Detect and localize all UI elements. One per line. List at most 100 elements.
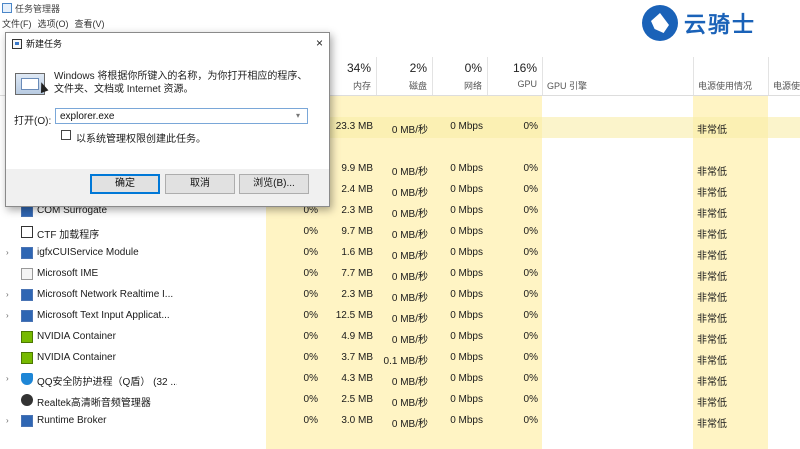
disk-value: 0 MB/秒 — [391, 251, 428, 262]
nvidia-icon — [21, 331, 33, 343]
power-value: 非常低 — [697, 230, 727, 241]
table-row[interactable]: › Microsoft Network Realtime I... 0% 2.3 MB… — [0, 285, 800, 306]
power-value: 非常低 — [697, 125, 727, 136]
header-memory[interactable]: 34% 内存 — [322, 57, 376, 95]
network-value: 0 Mbps — [450, 373, 483, 384]
power-value: 非常低 — [697, 251, 727, 262]
dialog-description: Windows 将根据你所键入的名称，为你打开相应的程序、文件夹、文档或 Int… — [54, 71, 308, 95]
disk-label: 磁盘 — [408, 81, 427, 91]
chevron-right-icon[interactable]: › — [6, 374, 9, 383]
chevron-right-icon[interactable]: › — [6, 248, 9, 257]
gpu-value: 0% — [523, 184, 538, 195]
header-power-trend[interactable]: 电源使 — [768, 57, 800, 95]
chevron-right-icon[interactable]: › — [6, 290, 9, 299]
gpu-value: 0% — [523, 352, 538, 363]
chevron-right-icon[interactable]: › — [6, 416, 9, 425]
disk-value: 0 MB/秒 — [391, 230, 428, 241]
disk-value: 0 MB/秒 — [391, 377, 428, 388]
network-value: 0 Mbps — [450, 226, 483, 237]
admin-checkbox-label[interactable]: 以系统管理权限创建此任务。 — [76, 130, 206, 145]
gpu-value: 0% — [523, 163, 538, 174]
memory-value: 1.6 MB — [341, 247, 373, 258]
memory-value: 7.7 MB — [341, 268, 373, 279]
memory-value: 4.9 MB — [341, 331, 373, 342]
window-icon — [21, 310, 33, 322]
process-name: Microsoft Network Realtime I... — [37, 289, 174, 300]
open-input[interactable] — [55, 108, 308, 124]
cpu-value: 0% — [303, 373, 318, 384]
power-value: 非常低 — [697, 167, 727, 178]
disk-value: 0 MB/秒 — [391, 335, 428, 346]
power-value: 非常低 — [697, 335, 727, 346]
process-name: NVIDIA Container — [37, 352, 116, 363]
network-value: 0 Mbps — [450, 247, 483, 258]
dialog-title-bar[interactable]: 新建任务 — [6, 33, 329, 54]
disk-value: 0 MB/秒 — [391, 419, 428, 430]
cpu-value: 0% — [303, 226, 318, 237]
power-value: 非常低 — [697, 272, 727, 283]
memory-value: 3.7 MB — [341, 352, 373, 363]
gpu-label: GPU — [517, 79, 537, 89]
gpu-value: 0% — [523, 394, 538, 405]
table-row[interactable]: CTF 加载程序 0% 9.7 MB 0 MB/秒 0 Mbps 0% 非常低 — [0, 222, 800, 243]
menu-view[interactable]: 查看(V) — [75, 17, 105, 30]
process-name: Realtek高清晰音频管理器 — [37, 398, 151, 409]
open-label: 打开(O): — [14, 116, 52, 127]
menu-file[interactable]: 文件(F) — [2, 17, 32, 30]
network-value: 0 Mbps — [450, 352, 483, 363]
network-label: 网络 — [463, 81, 482, 91]
memory-value: 2.3 MB — [341, 289, 373, 300]
table-row[interactable]: › Microsoft Text Input Applicat... 0% 12.5 … — [0, 306, 800, 327]
disk-value: 0 MB/秒 — [391, 167, 428, 178]
power-value: 非常低 — [697, 419, 727, 430]
gpu-value: 0% — [523, 121, 538, 132]
process-name: Microsoft Text Input Applicat... — [37, 310, 170, 321]
table-row[interactable]: NVIDIA Container 0% 3.7 MB 0.1 MB/秒 0 Mbps 0%… — [0, 348, 800, 369]
network-value: 0 Mbps — [450, 289, 483, 300]
header-network[interactable]: 0% 网络 — [432, 57, 487, 95]
admin-checkbox[interactable] — [61, 130, 71, 140]
close-icon[interactable]: × — [316, 36, 323, 50]
gpu-percent: 16% — [512, 61, 537, 75]
window-icon — [21, 289, 33, 301]
memory-value: 9.7 MB — [341, 226, 373, 237]
header-gpu[interactable]: 16% GPU — [487, 57, 542, 95]
power-value: 非常低 — [697, 398, 727, 409]
cpu-value: 0% — [303, 289, 318, 300]
menu-options[interactable]: 选项(O) — [38, 17, 69, 30]
header-gpu-engine[interactable]: GPU 引擎 — [542, 57, 693, 95]
window-icon — [21, 247, 33, 259]
table-row[interactable]: › igfxCUIService Module 0% 1.6 MB 0 MB/秒 0 Mb… — [0, 243, 800, 264]
chevron-right-icon[interactable]: › — [6, 311, 9, 320]
cpu-value: 0% — [303, 268, 318, 279]
header-disk[interactable]: 2% 磁盘 — [376, 57, 432, 95]
header-power[interactable]: 电源使用情况 — [693, 57, 768, 95]
power-trend-label: 电源使 — [773, 81, 800, 91]
gpu-value: 0% — [523, 310, 538, 321]
ok-button[interactable]: 确定 — [90, 174, 160, 194]
disk-percent: 2% — [409, 61, 427, 75]
gpu-value: 0% — [523, 268, 538, 279]
table-row[interactable]: Microsoft IME 0% 7.7 MB 0 MB/秒 0 Mbps 0% 非常低 — [0, 264, 800, 285]
power-value: 非常低 — [697, 356, 727, 367]
gpu-value: 0% — [523, 289, 538, 300]
power-value: 非常低 — [697, 188, 727, 199]
network-value: 0 Mbps — [450, 121, 483, 132]
dialog-title: 新建任务 — [26, 39, 63, 49]
disk-value: 0 MB/秒 — [391, 398, 428, 409]
gpu-value: 0% — [523, 373, 538, 384]
table-row[interactable]: › Runtime Broker 0% 3.0 MB 0 MB/秒 0 Mbps 0% 非常低 — [0, 411, 800, 432]
network-value: 0 Mbps — [450, 184, 483, 195]
gpu-value: 0% — [523, 415, 538, 426]
run-dialog: 新建任务 × Windows 将根据你所键入的名称，为你打开相应的程序、文件夹、… — [5, 32, 330, 207]
table-row[interactable]: NVIDIA Container 0% 4.9 MB 0 MB/秒 0 Mbps 0% 非常… — [0, 327, 800, 348]
table-row[interactable]: Realtek高清晰音频管理器 0% 2.5 MB 0 MB/秒 0 Mbps 0% 非常低 — [0, 390, 800, 411]
chevron-down-icon[interactable]: ▾ — [296, 111, 300, 120]
cancel-button[interactable]: 取消 — [165, 174, 235, 194]
task-manager-icon — [2, 3, 12, 13]
memory-value: 4.3 MB — [341, 373, 373, 384]
window-title: 任务管理器 — [15, 3, 61, 14]
browse-button[interactable]: 浏览(B)... — [239, 174, 309, 194]
table-row[interactable]: › QQ安全防护进程（Q盾） (32 ... 0% 4.3 MB 0 MB/秒 0 Mbp… — [0, 369, 800, 390]
gpu-engine-label: GPU 引擎 — [547, 81, 588, 91]
